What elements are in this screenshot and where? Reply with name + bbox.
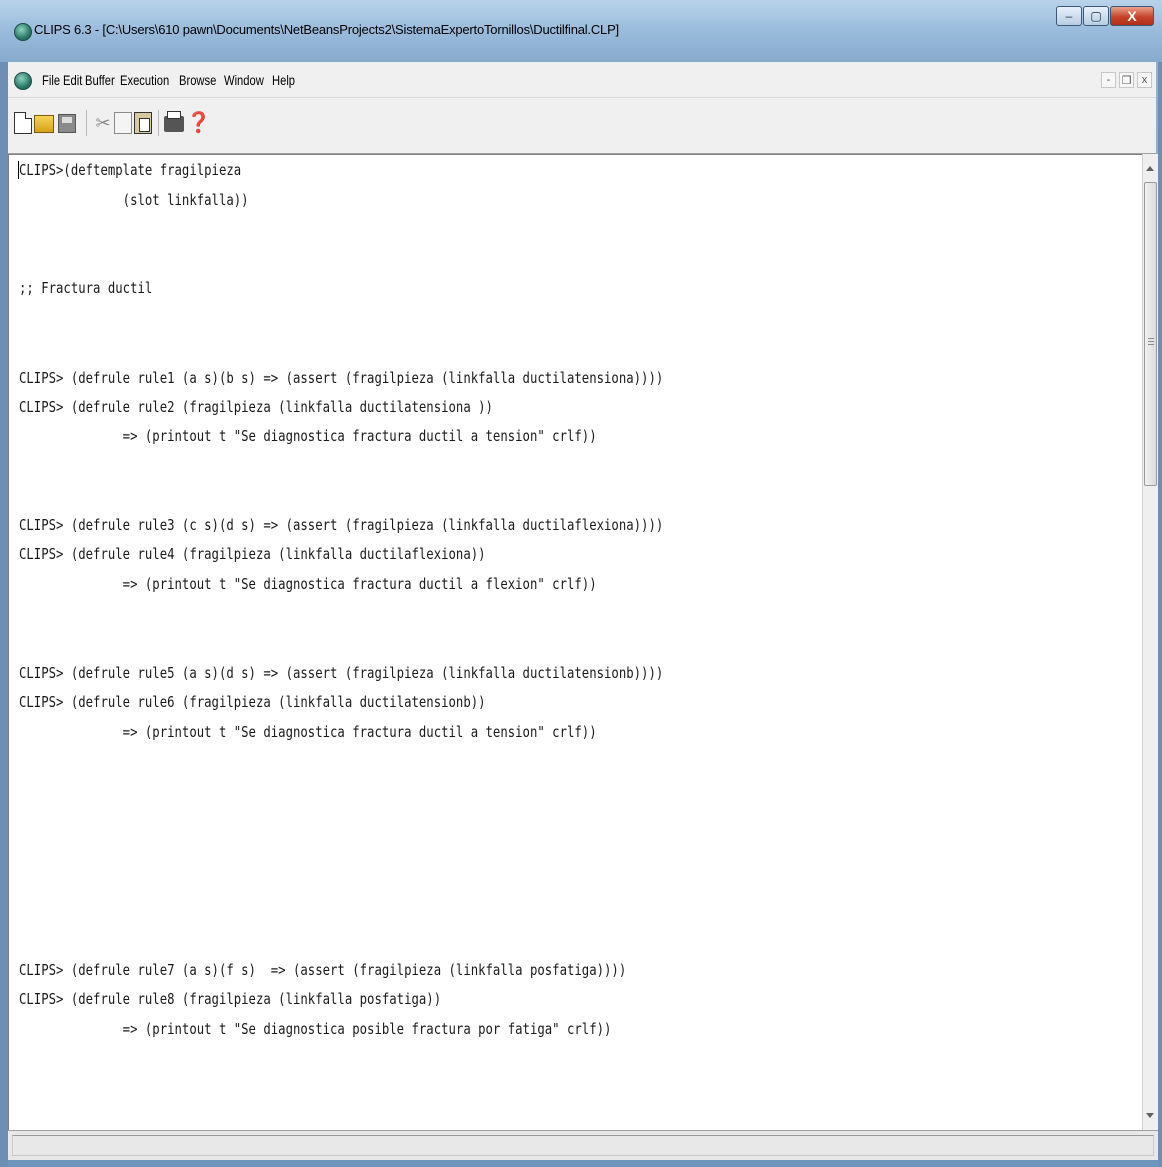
status-bar-panel — [12, 1135, 1154, 1156]
code-line: CLIPS>(deftemplate fragilpieza — [19, 161, 242, 179]
scroll-up-arrow-icon[interactable] — [1146, 166, 1154, 171]
code-line: (slot linkfalla)) — [19, 191, 249, 209]
cut-icon[interactable]: ✂ — [94, 112, 112, 134]
window-border-right — [1158, 62, 1162, 1167]
menu-window[interactable]: Window — [224, 72, 264, 88]
close-button[interactable]: X — [1110, 6, 1154, 26]
menu-browse[interactable]: Browse — [179, 72, 216, 88]
code-line: CLIPS> (defrule rule4 (fragilpieza (link… — [19, 545, 486, 563]
code-line: CLIPS> (defrule rule7 (a s)(f s) => (ass… — [19, 961, 627, 979]
code-line: CLIPS> (defrule rule8 (fragilpieza (link… — [19, 990, 442, 1008]
copy-icon[interactable] — [114, 112, 132, 134]
window-controls: – ▢ X — [1055, 6, 1154, 26]
code-line: CLIPS> (defrule rule2 (fragilpieza (link… — [19, 398, 493, 416]
code-line: CLIPS> (defrule rule5 (a s)(d s) => (ass… — [19, 664, 664, 682]
menu-execution[interactable]: Execution — [120, 72, 169, 88]
status-bar — [8, 1130, 1158, 1160]
code-editor[interactable]: CLIPS>(deftemplate fragilpieza (slot lin… — [8, 154, 1142, 1130]
paste-icon[interactable] — [134, 112, 152, 134]
toolbar-separator — [158, 110, 159, 136]
minimize-button[interactable]: – — [1056, 6, 1082, 26]
toolbar-separator — [86, 110, 87, 136]
code-line: CLIPS> (defrule rule1 (a s)(b s) => (ass… — [19, 369, 664, 387]
document-menu-icon[interactable] — [14, 72, 32, 90]
context-help-icon[interactable]: ❓ — [186, 112, 211, 134]
clips-app-icon — [14, 23, 32, 41]
menu-edit[interactable]: Edit — [63, 72, 82, 88]
maximize-button[interactable]: ▢ — [1083, 6, 1109, 26]
menu-bar: File Edit Buffer Execution Browse Window… — [8, 62, 1156, 98]
code-line: => (printout t "Se diagnostica fractura … — [19, 723, 597, 741]
document-minimize-button[interactable]: - — [1101, 72, 1116, 88]
scrollbar-thumb[interactable] — [1144, 182, 1157, 486]
toolbar: ✂ ❓ — [8, 98, 1156, 154]
new-file-icon[interactable] — [14, 112, 32, 134]
code-line: CLIPS> (defrule rule6 (fragilpieza (link… — [19, 693, 486, 711]
vertical-scrollbar[interactable] — [1142, 154, 1158, 1130]
window-title: CLIPS 6.3 - [C:\Users\610 pawn\Documents… — [34, 22, 619, 37]
clips-window: CLIPS 6.3 - [C:\Users\610 pawn\Documents… — [0, 0, 1162, 1167]
title-bar[interactable]: CLIPS 6.3 - [C:\Users\610 pawn\Documents… — [0, 0, 1162, 62]
code-line: => (printout t "Se diagnostica posible f… — [19, 1020, 612, 1038]
scrollbar-grip-icon — [1148, 338, 1154, 346]
document-close-button[interactable]: x — [1137, 72, 1152, 88]
code-line: => (printout t "Se diagnostica fractura … — [19, 575, 597, 593]
code-line: => (printout t "Se diagnostica fractura … — [19, 427, 597, 445]
menu-buffer[interactable]: Buffer — [85, 72, 115, 88]
open-folder-icon[interactable] — [34, 115, 54, 133]
document-window-controls: - ❐ x — [1098, 72, 1152, 88]
save-icon[interactable] — [58, 114, 76, 133]
print-icon[interactable] — [164, 111, 184, 132]
document-restore-button[interactable]: ❐ — [1119, 72, 1134, 88]
menu-help[interactable]: Help — [272, 72, 295, 88]
scroll-down-arrow-icon[interactable] — [1146, 1113, 1154, 1118]
code-line: CLIPS> (defrule rule3 (c s)(d s) => (ass… — [19, 516, 664, 534]
menu-file[interactable]: File — [42, 72, 60, 88]
window-border-left — [0, 62, 8, 1167]
code-line: ;; Fractura ductil — [19, 279, 153, 297]
menu-items: File Edit Buffer Execution Browse Window… — [42, 72, 299, 88]
